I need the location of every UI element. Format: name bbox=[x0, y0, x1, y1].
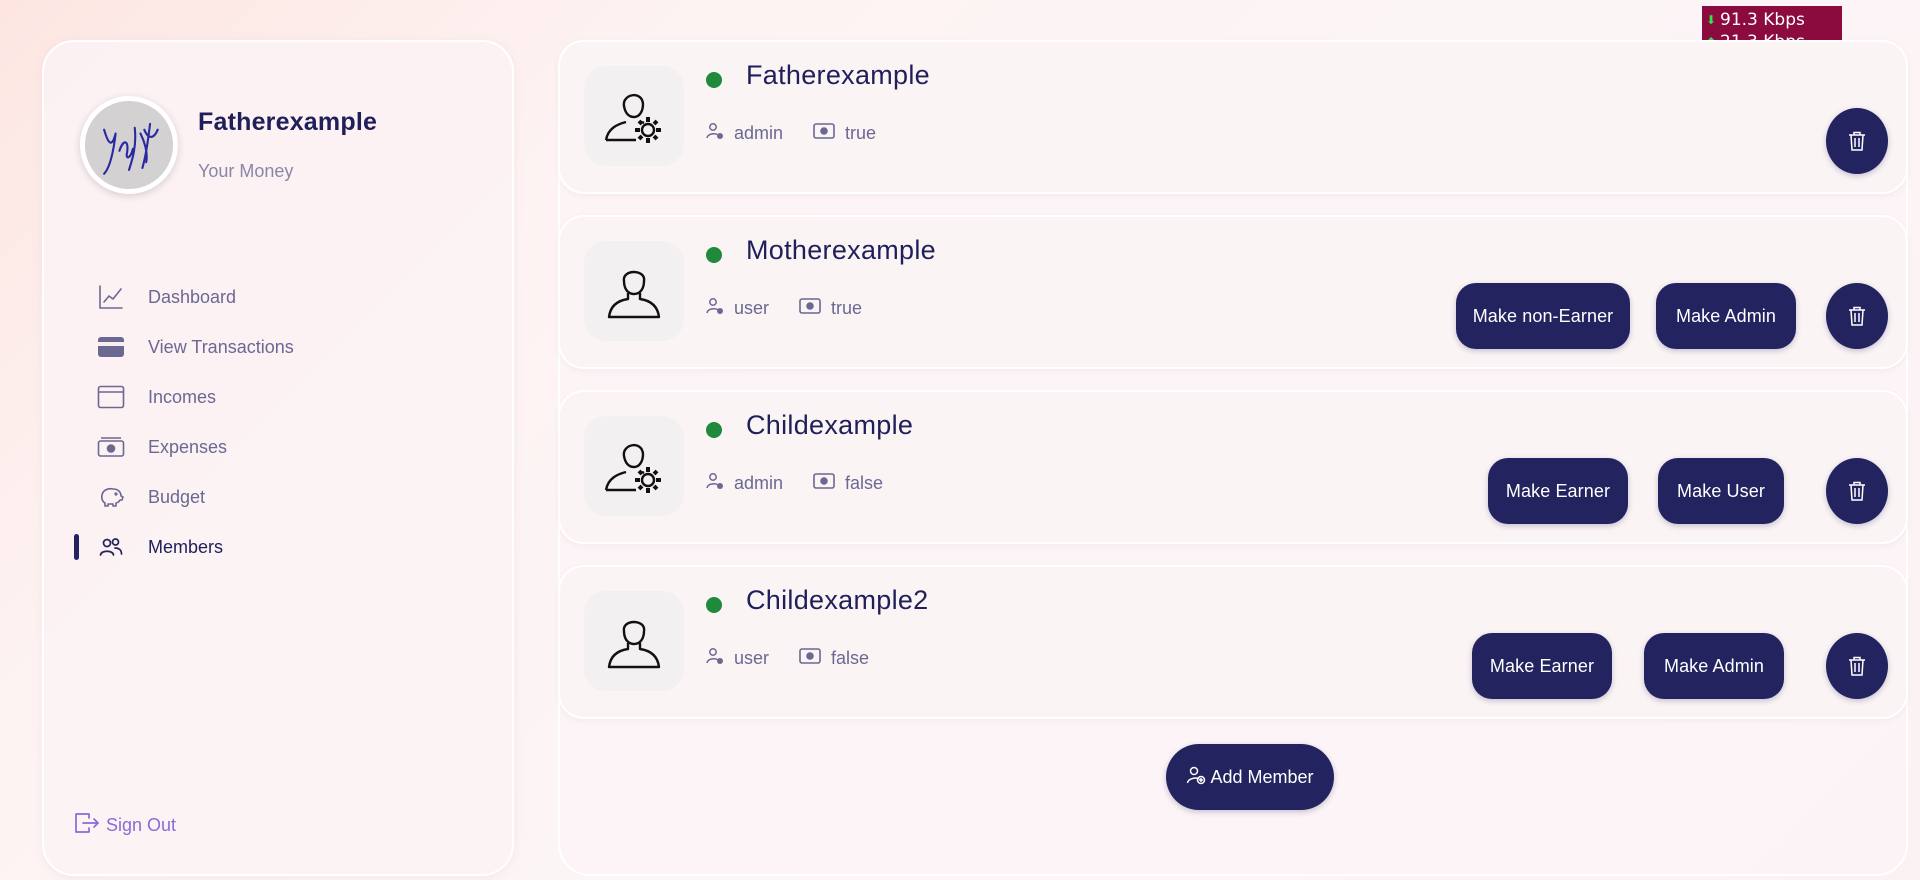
user-role-icon bbox=[706, 647, 724, 670]
sidebar-item-label: Members bbox=[148, 536, 224, 557]
trash-icon bbox=[1849, 481, 1865, 501]
avatar[interactable] bbox=[80, 96, 178, 194]
sign-out-icon bbox=[74, 812, 100, 839]
money-icon bbox=[799, 648, 821, 669]
delete-member-button[interactable] bbox=[1826, 633, 1888, 699]
make-admin-button[interactable]: Make Admin bbox=[1656, 283, 1796, 349]
sidebar-item-members[interactable]: Members bbox=[74, 522, 474, 572]
member-earner-status: false bbox=[845, 473, 884, 493]
member-role: admin bbox=[734, 123, 784, 143]
sidebar-item-incomes[interactable]: Incomes bbox=[74, 372, 474, 422]
member-meta: admin false bbox=[706, 472, 883, 495]
profile-subtitle: Your Money bbox=[198, 161, 294, 181]
sidebar-item-label: Expenses bbox=[148, 436, 228, 457]
sidebar-item-label: Dashboard bbox=[148, 286, 237, 307]
member-card: Childexample admin false Make Earner Mak… bbox=[558, 390, 1908, 544]
user-role-icon bbox=[706, 472, 724, 495]
member-earner-status: true bbox=[831, 298, 863, 318]
trash-icon bbox=[1849, 131, 1865, 151]
member-earner-status: false bbox=[831, 648, 870, 668]
sidebar-item-view-transactions[interactable]: View Transactions bbox=[74, 322, 474, 372]
member-meta: admin true bbox=[706, 122, 876, 145]
member-earner-status: true bbox=[845, 123, 877, 143]
make-earner-button[interactable]: Make Earner bbox=[1488, 458, 1628, 524]
money-icon bbox=[96, 432, 126, 462]
download-arrow-icon: ⬇ bbox=[1706, 13, 1717, 27]
delete-member-button[interactable] bbox=[1826, 108, 1888, 174]
make-non-earner-button[interactable]: Make non-Earner bbox=[1456, 283, 1630, 349]
make-earner-button[interactable]: Make Earner bbox=[1472, 633, 1612, 699]
member-meta: user true bbox=[706, 297, 862, 320]
admin-user-icon bbox=[584, 416, 684, 516]
member-role: user bbox=[734, 648, 770, 668]
online-status-dot bbox=[706, 597, 722, 613]
make-user-button[interactable]: Make User bbox=[1658, 458, 1784, 524]
wallet-icon bbox=[96, 382, 126, 412]
user-role-icon bbox=[706, 122, 724, 145]
member-name: Fatherexample bbox=[746, 60, 930, 90]
sidebar-item-label: View Transactions bbox=[148, 336, 294, 357]
online-status-dot bbox=[706, 422, 722, 438]
chart-line-icon bbox=[96, 282, 126, 312]
member-card: Motherexample user true Make non-Earner … bbox=[558, 215, 1908, 369]
sidebar-item-dashboard[interactable]: Dashboard bbox=[74, 272, 474, 322]
member-meta: user false bbox=[706, 647, 869, 670]
member-name: Motherexample bbox=[746, 235, 936, 265]
download-speed: 91.3 Kbps bbox=[1720, 10, 1805, 30]
admin-user-icon bbox=[584, 66, 684, 166]
credit-card-icon bbox=[96, 332, 126, 362]
sidebar-item-label: Budget bbox=[148, 486, 206, 507]
sidebar-item-expenses[interactable]: Expenses bbox=[74, 422, 474, 472]
sidebar-nav: Dashboard View Transactions Incomes Expe… bbox=[74, 272, 474, 572]
piggy-bank-icon bbox=[96, 482, 126, 512]
member-name: Childexample bbox=[746, 410, 914, 440]
users-icon bbox=[96, 532, 126, 562]
delete-member-button[interactable] bbox=[1826, 283, 1888, 349]
make-admin-button[interactable]: Make Admin bbox=[1644, 633, 1784, 699]
add-user-icon bbox=[1186, 765, 1206, 790]
money-icon bbox=[813, 123, 835, 144]
money-icon bbox=[813, 473, 835, 494]
user-role-icon bbox=[706, 297, 724, 320]
user-icon bbox=[584, 241, 684, 341]
user-icon bbox=[584, 591, 684, 691]
member-name: Childexample2 bbox=[746, 585, 929, 615]
signature-avatar-image bbox=[85, 101, 173, 189]
sidebar-item-label: Incomes bbox=[148, 386, 217, 407]
money-icon bbox=[799, 298, 821, 319]
sidebar: Fatherexample Your Money Dashboard View … bbox=[42, 40, 514, 876]
member-role: admin bbox=[734, 473, 784, 493]
profile-section: Fatherexample Your Money bbox=[80, 96, 377, 194]
add-member-button[interactable]: Add Member bbox=[1166, 744, 1334, 810]
member-card: Fatherexample admin true bbox=[558, 40, 1908, 194]
delete-member-button[interactable] bbox=[1826, 458, 1888, 524]
online-status-dot bbox=[706, 72, 722, 88]
sidebar-item-budget[interactable]: Budget bbox=[74, 472, 474, 522]
sign-out-label: Sign Out bbox=[106, 815, 177, 835]
add-member-label: Add Member bbox=[1210, 766, 1314, 787]
sign-out-button[interactable]: Sign Out bbox=[74, 812, 176, 839]
member-card: Childexample2 user false Make Earner Mak… bbox=[558, 565, 1908, 719]
trash-icon bbox=[1849, 306, 1865, 326]
member-role: user bbox=[734, 298, 770, 318]
online-status-dot bbox=[706, 247, 722, 263]
trash-icon bbox=[1849, 656, 1865, 676]
profile-name: Fatherexample bbox=[198, 108, 378, 136]
